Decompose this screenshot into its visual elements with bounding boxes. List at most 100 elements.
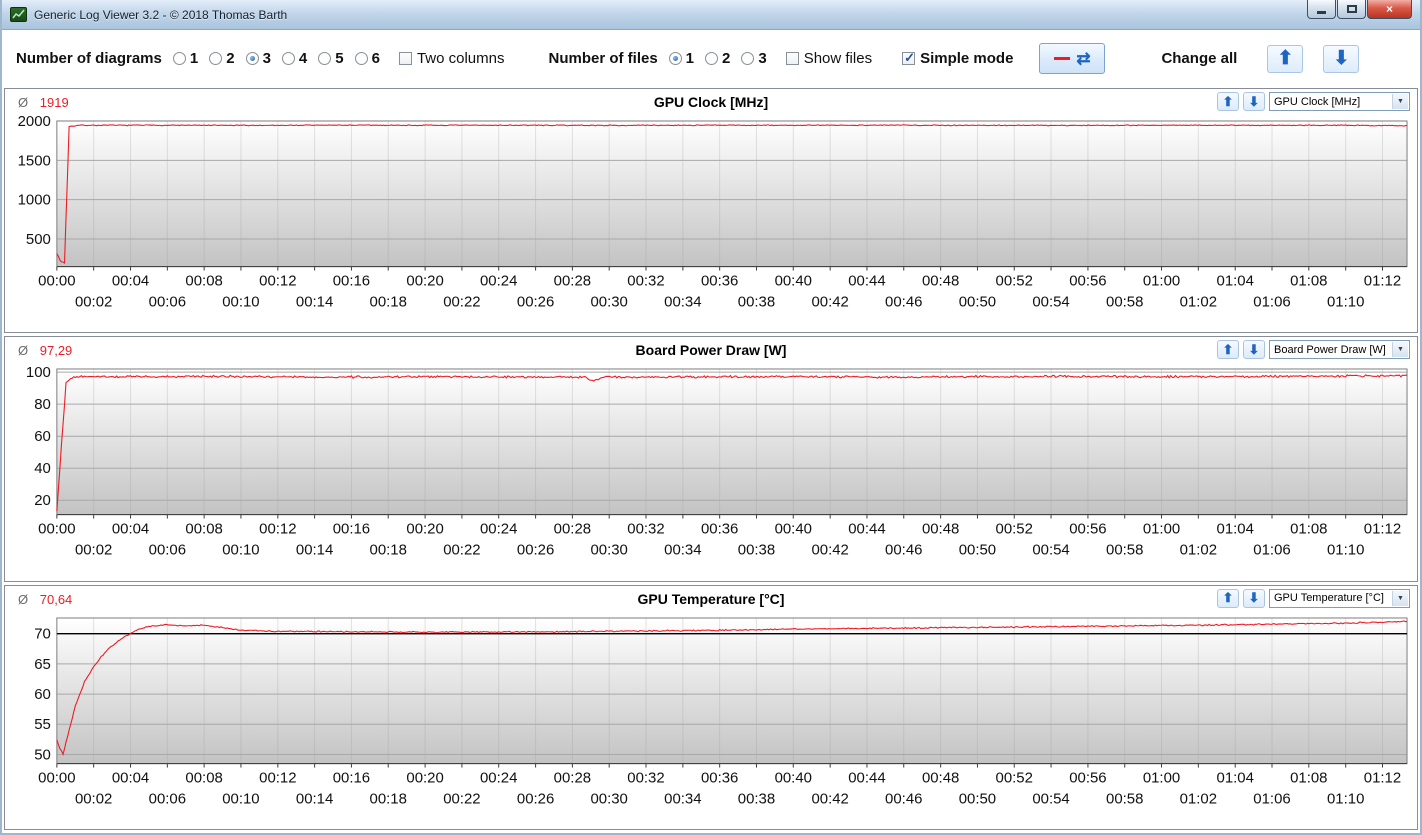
svg-text:50: 50 bbox=[34, 746, 51, 763]
svg-text:00:12: 00:12 bbox=[259, 273, 296, 290]
radio-icon[interactable] bbox=[354, 52, 368, 65]
diagram-count-option-1[interactable]: 1 bbox=[172, 50, 198, 67]
measure-select[interactable]: GPU Temperature [°C] ▼ bbox=[1269, 588, 1410, 608]
average-symbol: Ø bbox=[18, 343, 29, 359]
option-label: 1 bbox=[685, 50, 695, 67]
svg-text:00:42: 00:42 bbox=[811, 542, 848, 559]
move-up-button[interactable]: ⬆ bbox=[1217, 92, 1239, 111]
simple-mode-toggle[interactable]: Simple mode bbox=[902, 50, 1013, 67]
svg-text:55: 55 bbox=[34, 716, 51, 733]
svg-text:00:18: 00:18 bbox=[370, 542, 407, 559]
svg-text:00:46: 00:46 bbox=[885, 542, 922, 559]
checkbox-icon[interactable] bbox=[902, 50, 916, 66]
radio-icon[interactable] bbox=[209, 52, 223, 65]
option-label: 5 bbox=[335, 50, 344, 67]
svg-text:01:12: 01:12 bbox=[1364, 273, 1401, 290]
radio-icon[interactable] bbox=[281, 52, 295, 65]
svg-text:00:02: 00:02 bbox=[75, 790, 112, 807]
dropdown-arrow-icon: ▼ bbox=[1392, 590, 1408, 606]
move-down-button[interactable]: ⬇ bbox=[1243, 92, 1265, 111]
close-icon: × bbox=[1385, 2, 1393, 16]
diagram-count-option-6[interactable]: 6 bbox=[354, 50, 380, 67]
gpu-clock-plot: 00:0000:0200:0400:06 00:0800:1000:1200:14… bbox=[18, 115, 1408, 310]
svg-text:00:06: 00:06 bbox=[149, 542, 186, 559]
average-readout: Ø 1919 bbox=[18, 95, 69, 110]
svg-text:01:08: 01:08 bbox=[1290, 769, 1327, 786]
svg-text:00:22: 00:22 bbox=[443, 293, 480, 310]
svg-text:00:48: 00:48 bbox=[922, 273, 959, 290]
svg-text:00:14: 00:14 bbox=[296, 293, 333, 310]
svg-text:00:40: 00:40 bbox=[775, 521, 812, 538]
minimize-button[interactable] bbox=[1307, 0, 1336, 19]
move-down-button[interactable]: ⬇ bbox=[1243, 340, 1265, 360]
move-up-button[interactable]: ⬆ bbox=[1217, 588, 1239, 608]
file-count-option-1[interactable]: 1 bbox=[668, 50, 695, 67]
svg-text:01:02: 01:02 bbox=[1180, 542, 1217, 559]
checkbox-icon[interactable] bbox=[398, 52, 412, 65]
title-bar[interactable]: Generic Log Viewer 3.2 - © 2018 Thomas B… bbox=[2, 0, 1420, 30]
checkbox-icon[interactable] bbox=[785, 52, 799, 65]
diagram-area: Ø 1919 GPU Clock [MHz] ⬆ ⬇ GPU Clock [MH… bbox=[2, 87, 1420, 834]
svg-text:00:28: 00:28 bbox=[554, 273, 591, 290]
maximize-button[interactable] bbox=[1337, 0, 1366, 19]
panel-controls: ⬆ ⬇ GPU Clock [MHz] ▼ bbox=[1217, 92, 1410, 111]
chart-title: GPU Clock [MHz] bbox=[653, 94, 769, 110]
file-count-option-2[interactable]: 2 bbox=[705, 50, 730, 67]
file-count-option-3[interactable]: 3 bbox=[741, 50, 767, 67]
svg-text:01:00: 01:00 bbox=[1143, 521, 1180, 538]
svg-text:01:04: 01:04 bbox=[1217, 273, 1254, 290]
board-power-plot: 00:0000:0200:0400:06 00:0800:1000:1200:14… bbox=[26, 365, 1408, 559]
svg-text:00:04: 00:04 bbox=[112, 521, 149, 538]
diagram-count-option-4[interactable]: 4 bbox=[281, 50, 307, 67]
svg-text:00:34: 00:34 bbox=[664, 542, 701, 559]
svg-text:00:36: 00:36 bbox=[701, 521, 738, 538]
diagram-count-option-3[interactable]: 3 bbox=[245, 50, 271, 67]
svg-text:00:16: 00:16 bbox=[333, 273, 370, 290]
svg-text:00:30: 00:30 bbox=[590, 542, 627, 559]
measure-select[interactable]: Board Power Draw [W] ▼ bbox=[1269, 340, 1410, 360]
change-all-up-button[interactable]: ⬆ bbox=[1267, 44, 1304, 73]
move-up-button[interactable]: ⬆ bbox=[1217, 340, 1239, 360]
svg-text:00:56: 00:56 bbox=[1069, 521, 1106, 538]
up-arrow-icon: ⬆ bbox=[1222, 341, 1234, 357]
svg-text:00:34: 00:34 bbox=[664, 293, 701, 310]
svg-text:00:32: 00:32 bbox=[627, 769, 664, 786]
svg-text:00:00: 00:00 bbox=[38, 769, 75, 786]
change-all-down-button[interactable]: ⬇ bbox=[1323, 44, 1360, 73]
svg-text:00:20: 00:20 bbox=[406, 273, 443, 290]
panel-board-power: Ø 97,29 Board Power Draw [W] ⬆ ⬇ Board P… bbox=[4, 336, 1418, 582]
svg-text:00:20: 00:20 bbox=[406, 769, 443, 786]
close-button[interactable]: × bbox=[1367, 0, 1412, 19]
down-arrow-icon: ⬇ bbox=[1248, 590, 1260, 606]
refresh-series-button[interactable]: ⇄ bbox=[1039, 43, 1106, 74]
measure-select[interactable]: GPU Clock [MHz] ▼ bbox=[1269, 92, 1410, 111]
svg-text:01:10: 01:10 bbox=[1327, 293, 1364, 310]
two-columns-toggle[interactable]: Two columns bbox=[398, 50, 504, 67]
svg-text:1500: 1500 bbox=[18, 152, 51, 169]
radio-icon[interactable] bbox=[705, 52, 719, 65]
diagram-count-option-5[interactable]: 5 bbox=[318, 50, 344, 67]
move-down-button[interactable]: ⬇ bbox=[1243, 588, 1265, 608]
option-label: 2 bbox=[722, 50, 731, 67]
svg-text:01:02: 01:02 bbox=[1180, 293, 1217, 310]
maximize-icon bbox=[1346, 5, 1357, 13]
svg-text:00:22: 00:22 bbox=[443, 790, 480, 807]
radio-icon[interactable] bbox=[668, 52, 682, 65]
svg-text:00:26: 00:26 bbox=[517, 293, 554, 310]
show-files-toggle[interactable]: Show files bbox=[785, 50, 872, 67]
radio-icon[interactable] bbox=[245, 52, 259, 65]
svg-text:01:04: 01:04 bbox=[1217, 521, 1254, 538]
panel-gpu-temperature: Ø 70,64 GPU Temperature [°C] ⬆ ⬇ GPU Tem… bbox=[4, 584, 1418, 831]
radio-icon[interactable] bbox=[741, 52, 755, 65]
radio-icon[interactable] bbox=[318, 52, 332, 65]
svg-text:01:02: 01:02 bbox=[1180, 790, 1217, 807]
panel-header: Ø 97,29 Board Power Draw [W] ⬆ ⬇ Board P… bbox=[5, 337, 1417, 363]
svg-text:00:50: 00:50 bbox=[959, 293, 996, 310]
svg-text:500: 500 bbox=[26, 231, 51, 248]
svg-text:00:52: 00:52 bbox=[996, 273, 1033, 290]
svg-text:00:08: 00:08 bbox=[185, 521, 222, 538]
diagram-count-option-2[interactable]: 2 bbox=[209, 50, 235, 67]
radio-icon[interactable] bbox=[172, 52, 186, 65]
svg-text:01:10: 01:10 bbox=[1327, 790, 1364, 807]
svg-text:00:50: 00:50 bbox=[959, 542, 996, 559]
